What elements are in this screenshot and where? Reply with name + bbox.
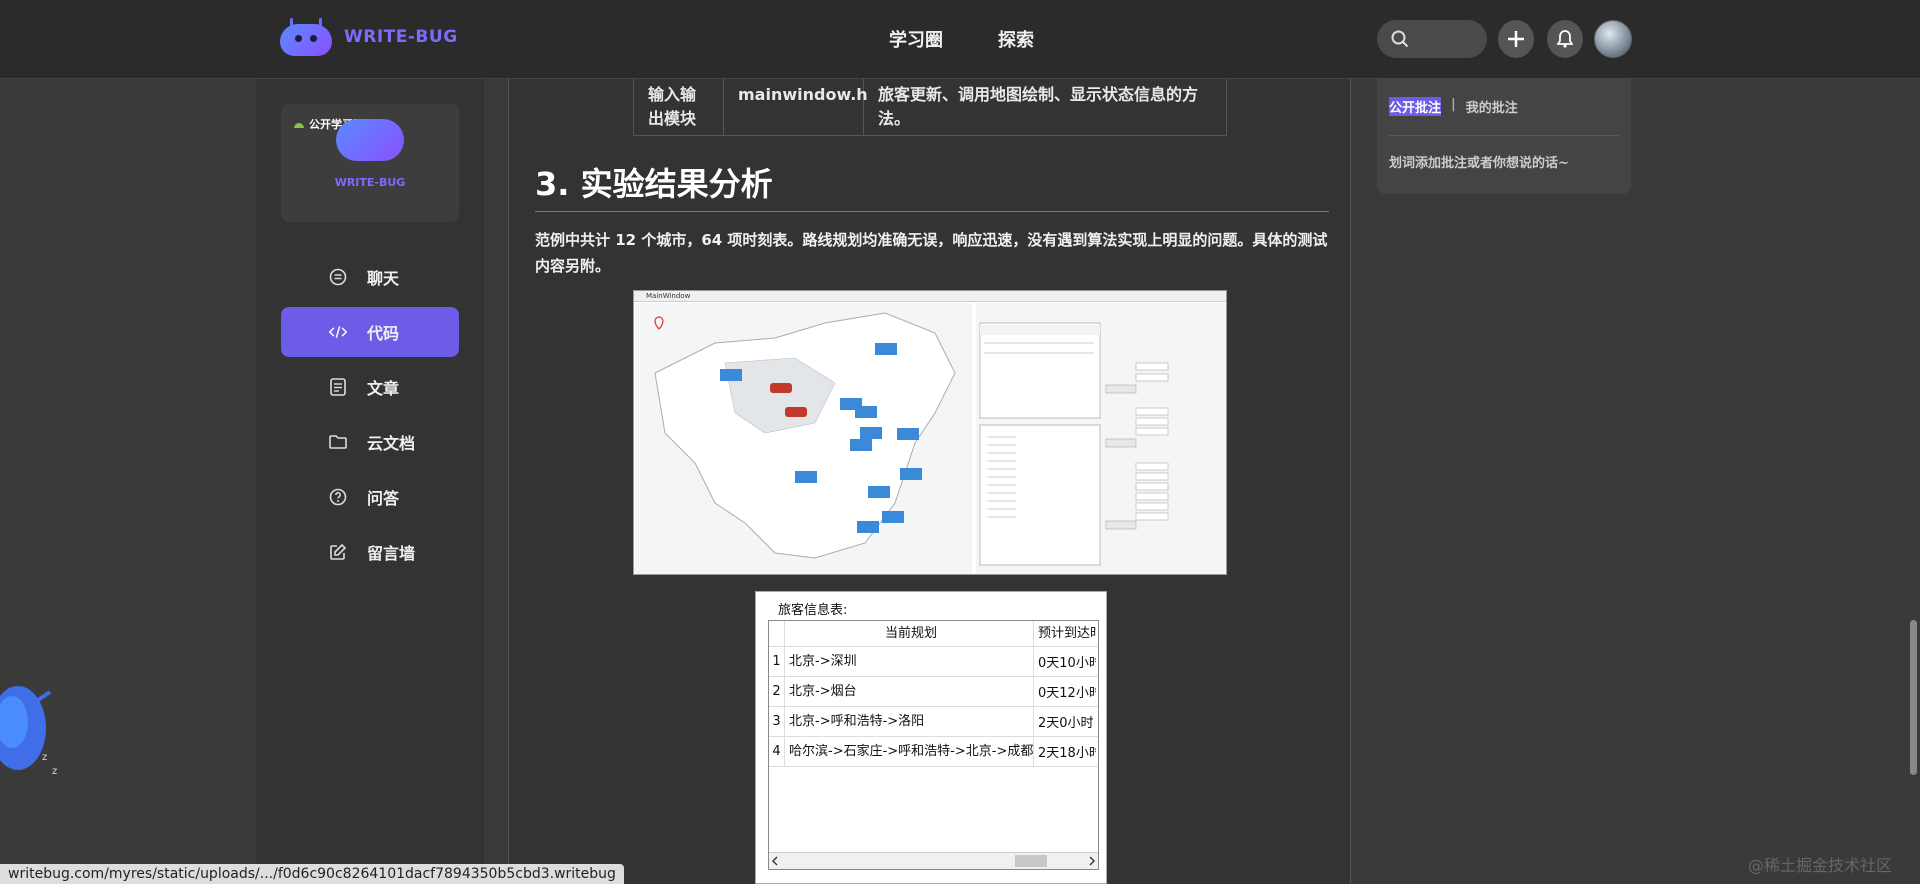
sidebar-item-label: 代码 — [367, 324, 400, 343]
sidebar-item-label: 问答 — [367, 489, 400, 508]
col-plan-header: 当前规划 — [785, 621, 1034, 646]
sidebar-item-label: 聊天 — [367, 269, 400, 288]
article-content: 输入输出模块 mainwindow.h 旅客更新、调用地图绘制、显示状态信息的方… — [508, 79, 1351, 884]
row-time: 0天10小时 — [1038, 656, 1096, 671]
file-cell: mainwindow.h — [724, 79, 868, 135]
create-button[interactable] — [1498, 20, 1534, 58]
android-icon — [294, 123, 304, 128]
sidebar-item-label: 留言墙 — [367, 544, 416, 563]
row-number: 2 — [769, 677, 785, 706]
code-icon — [329, 323, 347, 341]
row-number: 3 — [769, 707, 785, 736]
sidebar-item-code[interactable]: 代码 — [281, 307, 459, 357]
passenger-table: 当前规划 预计到达时间 1 北京->深圳 0天10小时 2 北京->烟台 0天1… — [768, 620, 1099, 870]
table-row: 1 北京->深圳 0天10小时 — [769, 647, 1098, 677]
user-avatar[interactable] — [1594, 20, 1632, 58]
row-number: 1 — [769, 647, 785, 676]
horizontal-scrollbar[interactable] — [769, 852, 1098, 869]
annotation-panel: 公开批注 | 我的批注 划词添加批注或者你想说的话~ — [1377, 79, 1631, 194]
circle-card[interactable]: 公开学习圈 WRITE-BUG — [281, 104, 459, 222]
module-table-row: 输入输出模块 mainwindow.h 旅客更新、调用地图绘制、显示状态信息的方… — [633, 79, 1227, 136]
passenger-table-screenshot[interactable]: 旅客信息表: 当前规划 预计到达时间 1 北京->深圳 0天10小时 2 北京-… — [755, 591, 1107, 884]
page-scrollbar[interactable] — [1910, 620, 1917, 775]
description-cell: 旅客更新、调用地图绘制、显示状态信息的方法。 — [878, 85, 1199, 128]
chat-icon — [329, 268, 347, 286]
plus-icon — [1508, 31, 1524, 47]
article-icon — [329, 378, 347, 396]
mascot-logo-icon — [280, 18, 332, 56]
notifications-button[interactable] — [1547, 20, 1583, 58]
top-navigation-bar: WRITE-BUG 学习圈 探索 — [0, 0, 1920, 79]
tab-public-annotations[interactable]: 公开批注 — [1389, 97, 1442, 116]
card-logo-text: WRITE-BUG — [334, 176, 406, 189]
section-heading: 3. 实验结果分析 — [535, 165, 773, 203]
site-logo[interactable]: WRITE-BUG — [280, 18, 458, 56]
col-time-header: 预计到达时间 — [1038, 625, 1096, 641]
edit-icon — [329, 543, 347, 561]
china-map-image — [635, 303, 972, 574]
row-plan: 北京->烟台 — [785, 677, 1034, 706]
window-title: MainWindow — [634, 291, 1226, 302]
link-status-bar: writebug.com/myres/static/uploads/.../f0… — [0, 864, 624, 884]
floating-mascot-icon[interactable]: zz — [0, 672, 57, 782]
search-icon — [1391, 30, 1409, 48]
table-row: 4 哈尔滨->石家庄->呼和浩特->北京->成都 2天18小时 — [769, 737, 1098, 767]
nav-learning-circle[interactable]: 学习圈 — [889, 26, 943, 52]
sidebar-item-article[interactable]: 文章 — [281, 362, 459, 412]
tab-my-annotations[interactable]: 我的批注 — [1466, 97, 1518, 116]
table-caption: 旅客信息表: — [778, 603, 848, 618]
heading-divider — [535, 211, 1329, 212]
sidebar-item-label: 文章 — [367, 379, 400, 398]
app-side-panel — [976, 303, 1226, 574]
row-plan: 北京->深圳 — [785, 647, 1034, 676]
annotation-tabs: 公开批注 | 我的批注 — [1389, 97, 1518, 116]
row-time: 2天0小时 — [1038, 716, 1094, 731]
watermark: @稀土掘金技术社区 — [1748, 856, 1893, 875]
table-row: 3 北京->呼和浩特->洛阳 2天0小时 — [769, 707, 1098, 737]
search-box[interactable] — [1377, 20, 1487, 58]
folder-icon — [329, 433, 347, 451]
svg-text:z: z — [52, 766, 57, 777]
left-sidebar: 公开学习圈 WRITE-BUG 聊天 代码 文章 云文档 问答 留言墙 — [256, 79, 484, 884]
svg-text:z: z — [42, 752, 47, 763]
row-plan: 哈尔滨->石家庄->呼和浩特->北京->成都 — [785, 737, 1034, 766]
annotation-divider — [1389, 135, 1619, 136]
row-time: 0天12小时 — [1038, 686, 1096, 701]
sidebar-item-label: 云文档 — [367, 434, 416, 453]
logo-text: WRITE-BUG — [344, 27, 458, 47]
sidebar-item-cloud-docs[interactable]: 云文档 — [281, 417, 459, 467]
mascot-icon — [336, 119, 404, 161]
row-time: 2天18小时 — [1038, 746, 1096, 761]
table-row: 2 北京->烟台 0天12小时 — [769, 677, 1098, 707]
annotation-hint: 划词添加批注或者你想说的话~ — [1389, 156, 1569, 171]
tab-separator: | — [1451, 97, 1456, 112]
sidebar-item-message-wall[interactable]: 留言墙 — [281, 527, 459, 577]
question-icon — [329, 488, 347, 506]
sidebar-item-qa[interactable]: 问答 — [281, 472, 459, 522]
nav-explore[interactable]: 探索 — [998, 26, 1034, 52]
app-screenshot-map[interactable]: MainWindow — [633, 290, 1227, 575]
row-plan: 北京->呼和浩特->洛阳 — [785, 707, 1034, 736]
result-paragraph: 范例中共计 12 个城市，64 项时刻表。路线规划均准确无误，响应迅速，没有遇到… — [535, 231, 1328, 275]
table-header: 当前规划 预计到达时间 — [769, 621, 1098, 647]
row-number: 4 — [769, 737, 785, 766]
sidebar-item-chat[interactable]: 聊天 — [281, 252, 459, 302]
module-cell: 输入输出模块 — [634, 79, 724, 135]
bell-icon — [1557, 30, 1573, 48]
